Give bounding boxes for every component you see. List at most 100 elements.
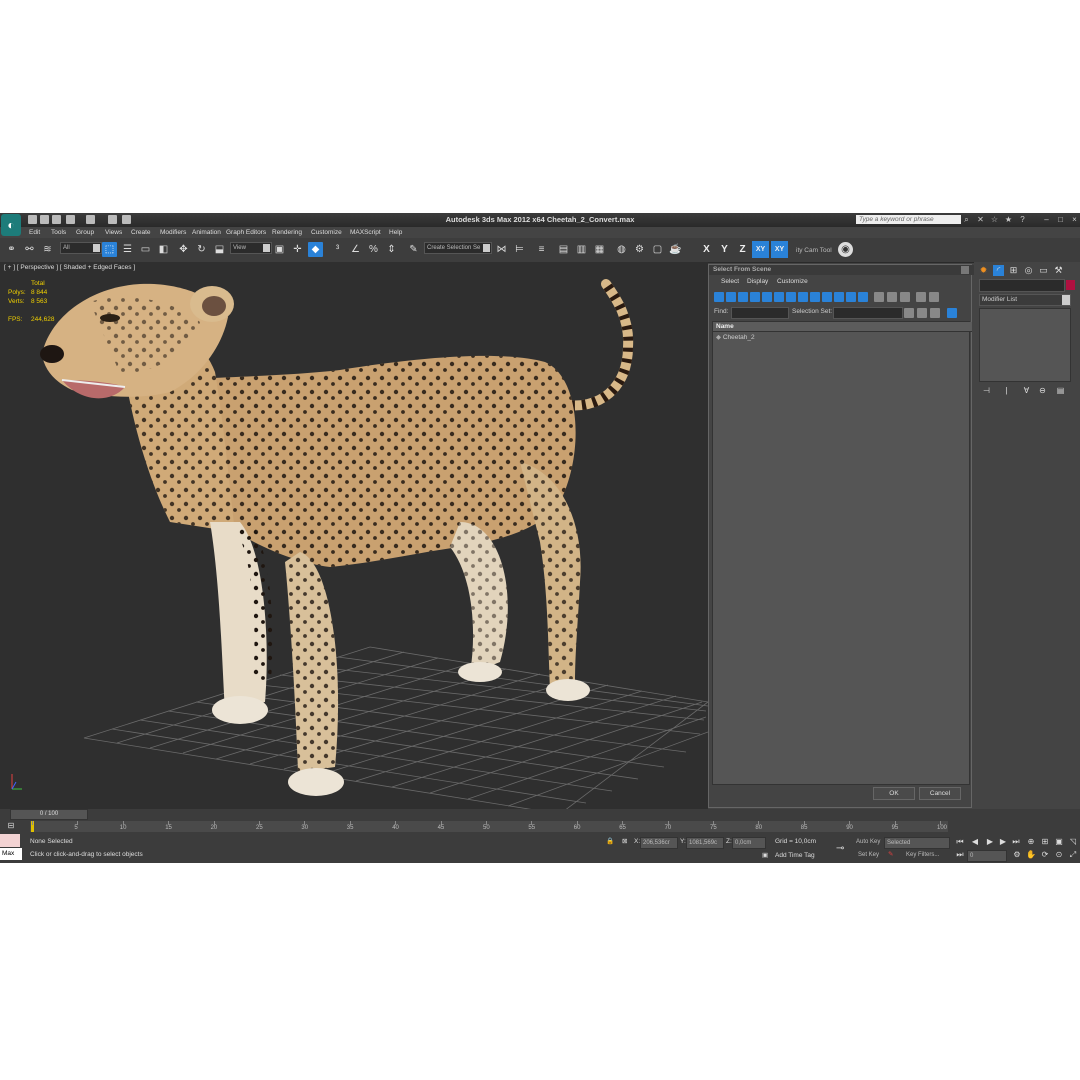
selection-filter-dropdown[interactable]: All <box>60 242 102 254</box>
display-bones-icon[interactable] <box>810 292 820 302</box>
modifier-stack[interactable] <box>979 308 1071 382</box>
filter-options-icon[interactable] <box>929 292 939 302</box>
show-end-result-icon[interactable]: | <box>1000 385 1013 396</box>
menu-edit[interactable]: Edit <box>29 229 40 236</box>
absolute-mode-icon[interactable]: ⊠ <box>622 837 627 845</box>
keyboard-shortcut-override-icon[interactable]: ◆ <box>308 242 323 257</box>
display-containers-icon[interactable] <box>822 292 832 302</box>
pan-view-icon[interactable]: ✋ <box>1026 850 1036 859</box>
snaps-toggle-icon[interactable]: ³ <box>330 242 345 257</box>
go-to-end-icon[interactable]: ⏭ <box>1011 837 1021 846</box>
window-crossing-icon[interactable]: ◧ <box>156 242 171 257</box>
key-mode-toggle-icon[interactable]: ⏭ <box>955 850 965 859</box>
key-filters-button[interactable]: Key Filters... <box>904 850 948 860</box>
axis-constraint-xy-cycle[interactable]: XY <box>771 241 788 258</box>
z-coordinate-field[interactable]: 0,0cm <box>732 837 766 849</box>
dialog-title[interactable]: Select From Scene <box>709 265 975 275</box>
axis-constraint-x[interactable]: X <box>698 241 715 258</box>
scene-object-list[interactable]: Name ◆ Cheetah_2 <box>712 321 972 785</box>
camtool-icon[interactable]: ◉ <box>838 242 853 257</box>
mirror-icon[interactable]: ⋈ <box>494 242 509 257</box>
motion-tab-icon[interactable]: ◎ <box>1023 265 1034 276</box>
add-time-tag-button[interactable]: Add Time Tag <box>775 852 815 859</box>
zoom-extents-icon[interactable]: ⊕ <box>1026 837 1036 846</box>
display-cameras-icon[interactable] <box>750 292 760 302</box>
align-icon[interactable]: ⊨ <box>512 242 527 257</box>
edit-named-selection-icon[interactable]: ✎ <box>406 242 421 257</box>
menu-maxscript[interactable]: MAXScript <box>350 229 381 236</box>
pin-stack-icon[interactable]: ⊣ <box>980 385 993 396</box>
dialog-menu-select[interactable]: Select <box>721 278 739 285</box>
lock-selection-icon[interactable]: 🔒 <box>606 837 614 845</box>
undo-icon[interactable] <box>66 215 75 224</box>
curve-editor-icon[interactable]: ▥ <box>574 242 589 257</box>
walk-through-icon[interactable]: ⊙ <box>1054 850 1064 859</box>
find-input[interactable] <box>731 307 789 319</box>
hierarchy-tab-icon[interactable]: ⊞ <box>1008 265 1019 276</box>
maxscript-listener-mini[interactable] <box>0 834 20 847</box>
auto-key-mode-dropdown[interactable]: Selected <box>884 837 950 849</box>
previous-frame-icon[interactable]: ◀ <box>970 837 980 846</box>
time-configuration-icon[interactable]: ⚙ <box>1012 850 1022 859</box>
go-to-start-icon[interactable]: ⏮ <box>955 837 965 846</box>
zoom-all-icon[interactable]: ⊞ <box>1040 837 1050 846</box>
current-frame-field[interactable]: 0 <box>967 850 1007 862</box>
auto-key-button[interactable]: Auto Key <box>854 837 883 847</box>
render-production-icon[interactable]: ☕ <box>668 242 683 257</box>
sync-selection-icon[interactable] <box>947 308 957 318</box>
axis-constraint-z[interactable]: Z <box>734 241 751 258</box>
set-key-icon[interactable]: ⊸ <box>836 843 844 854</box>
menu-tools[interactable]: Tools <box>51 229 66 236</box>
mini-curve-editor-icon[interactable]: ⊟ <box>4 820 18 832</box>
pivot-center-icon[interactable]: ▣ <box>272 242 287 257</box>
spinner-snap-icon[interactable]: ⇕ <box>384 242 399 257</box>
y-coordinate-field[interactable]: 1081,569c <box>686 837 724 849</box>
menu-group[interactable]: Group <box>76 229 94 236</box>
object-name-field[interactable] <box>979 279 1065 292</box>
communication-icon[interactable]: ☆ <box>990 215 999 224</box>
display-lights-icon[interactable] <box>738 292 748 302</box>
menu-views[interactable]: Views <box>105 229 122 236</box>
open-file-icon[interactable] <box>40 215 49 224</box>
hold-icon[interactable] <box>108 215 117 224</box>
axis-constraint-xy[interactable]: XY <box>752 241 769 258</box>
select-and-rotate-icon[interactable]: ↻ <box>194 242 209 257</box>
select-all-icon[interactable] <box>874 292 884 302</box>
help-icon[interactable]: ? <box>1018 215 1027 224</box>
display-tab-icon[interactable]: ▭ <box>1038 265 1049 276</box>
dialog-close-icon[interactable] <box>961 266 969 274</box>
modify-tab-icon[interactable]: ◜ <box>993 265 1004 276</box>
menu-create[interactable]: Create <box>131 229 151 236</box>
search-icon[interactable]: ⌕ <box>962 215 971 224</box>
time-tag-icon[interactable]: ▣ <box>762 851 768 859</box>
selection-set-dropdown[interactable] <box>833 307 903 319</box>
modifier-list-dropdown[interactable]: Modifier List <box>979 294 1071 306</box>
select-and-manipulate-icon[interactable]: ✛ <box>290 242 305 257</box>
search-input[interactable]: Type a keyword or phrase <box>856 215 961 224</box>
display-groups-icon[interactable] <box>786 292 796 302</box>
orbit-icon[interactable]: ⟳ <box>1040 850 1050 859</box>
menu-help[interactable]: Help <box>389 229 402 236</box>
select-and-move-icon[interactable]: ✥ <box>176 242 191 257</box>
percent-snap-icon[interactable]: % <box>366 242 381 257</box>
list-item[interactable]: ◆ Cheetah_2 <box>716 333 755 341</box>
project-folder-icon[interactable] <box>122 215 131 224</box>
cancel-button[interactable]: Cancel <box>919 787 961 800</box>
display-shapes-icon[interactable] <box>726 292 736 302</box>
perspective-viewport[interactable]: [ + ] [ Perspective ] [ Shaded + Edged F… <box>0 262 708 809</box>
select-invert-icon[interactable] <box>900 292 910 302</box>
render-setup-icon[interactable]: ⚙ <box>632 242 647 257</box>
track-bar[interactable]: 5 10 15 20 25 30 35 40 45 50 55 60 65 70 75 80 85 90 95 100 <box>30 821 948 832</box>
display-xrefs-icon[interactable] <box>798 292 808 302</box>
time-slider[interactable]: 0 / 100 <box>10 809 88 820</box>
create-tab-icon[interactable]: ✹ <box>978 265 989 276</box>
select-and-scale-icon[interactable]: ⬓ <box>212 242 227 257</box>
configure-modifier-sets-icon[interactable]: ▤ <box>1054 385 1067 396</box>
next-frame-icon[interactable]: ▶ <box>998 837 1008 846</box>
menu-graph-editors[interactable]: Graph Editors <box>226 229 266 236</box>
new-file-icon[interactable] <box>28 215 37 224</box>
select-none-icon[interactable] <box>887 292 897 302</box>
menu-customize[interactable]: Customize <box>311 229 342 236</box>
select-by-name-icon[interactable]: ☰ <box>120 242 135 257</box>
make-unique-icon[interactable]: ∀ <box>1020 385 1033 396</box>
